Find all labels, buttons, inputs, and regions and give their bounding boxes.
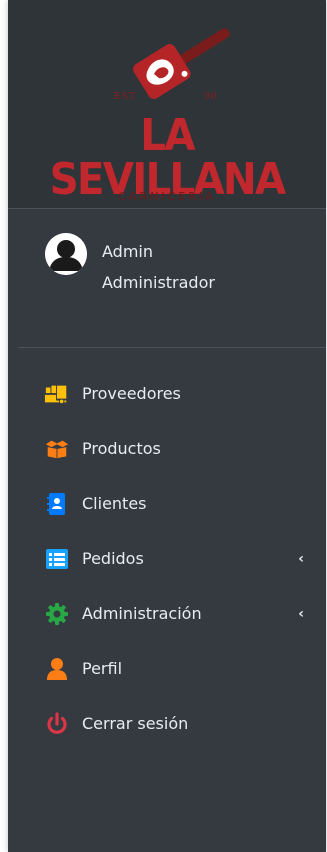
sidebar-item-pedidos[interactable]: Pedidos ‹	[8, 531, 326, 586]
sidebar-item-administracion[interactable]: Administración ‹	[8, 586, 326, 641]
brand-title: LA SEVILLANA	[49, 110, 287, 205]
user-avatar-icon	[45, 233, 87, 275]
avatar[interactable]	[45, 233, 87, 275]
chevron-left-icon[interactable]: ‹	[298, 551, 304, 567]
truck-loading-icon	[44, 381, 70, 407]
box-open-icon	[44, 436, 70, 462]
sidebar-item-label: Productos	[82, 439, 161, 458]
sidebar-item-label: Cerrar sesión	[82, 714, 189, 733]
brand-subtitle: CARNICERIA	[118, 190, 216, 203]
chevron-left-icon[interactable]: ‹	[298, 606, 304, 622]
sidebar-item-label: Proveedores	[82, 384, 181, 403]
address-book-icon	[44, 491, 70, 517]
user-name[interactable]: Admin	[102, 242, 153, 261]
sidebar-item-label: Pedidos	[82, 549, 144, 568]
sidebar-item-cerrar-sesion[interactable]: Cerrar sesión	[8, 696, 326, 751]
cleaver-logo-icon	[133, 28, 230, 99]
power-off-icon	[44, 711, 70, 737]
sidebar-item-perfil[interactable]: Perfil	[8, 641, 326, 696]
sidebar-nav: Proveedores Productos Clientes Pedidos ‹…	[8, 366, 326, 751]
sidebar-item-proveedores[interactable]: Proveedores	[8, 366, 326, 421]
brand-est-left: EST	[114, 92, 136, 102]
brand-est-right: 90	[204, 92, 218, 102]
sidebar-item-label: Clientes	[82, 494, 147, 513]
sidebar-item-productos[interactable]: Productos	[8, 421, 326, 476]
sidebar-item-label: Administración	[82, 604, 202, 623]
brand-logo-area[interactable]: EST 90 LA SEVILLANA CARNICERIA	[8, 0, 326, 209]
user-icon	[44, 656, 70, 682]
user-panel[interactable]: Admin Administrador	[18, 209, 326, 348]
sidebar-item-clientes[interactable]: Clientes	[8, 476, 326, 531]
sidebar: EST 90 LA SEVILLANA CARNICERIA Admin Adm…	[8, 0, 326, 852]
list-alt-icon	[44, 546, 70, 572]
brand-logo: EST 90 LA SEVILLANA CARNICERIA	[8, 18, 326, 203]
user-role: Administrador	[102, 273, 215, 292]
sidebar-item-label: Perfil	[82, 659, 123, 678]
cog-icon	[44, 601, 70, 627]
